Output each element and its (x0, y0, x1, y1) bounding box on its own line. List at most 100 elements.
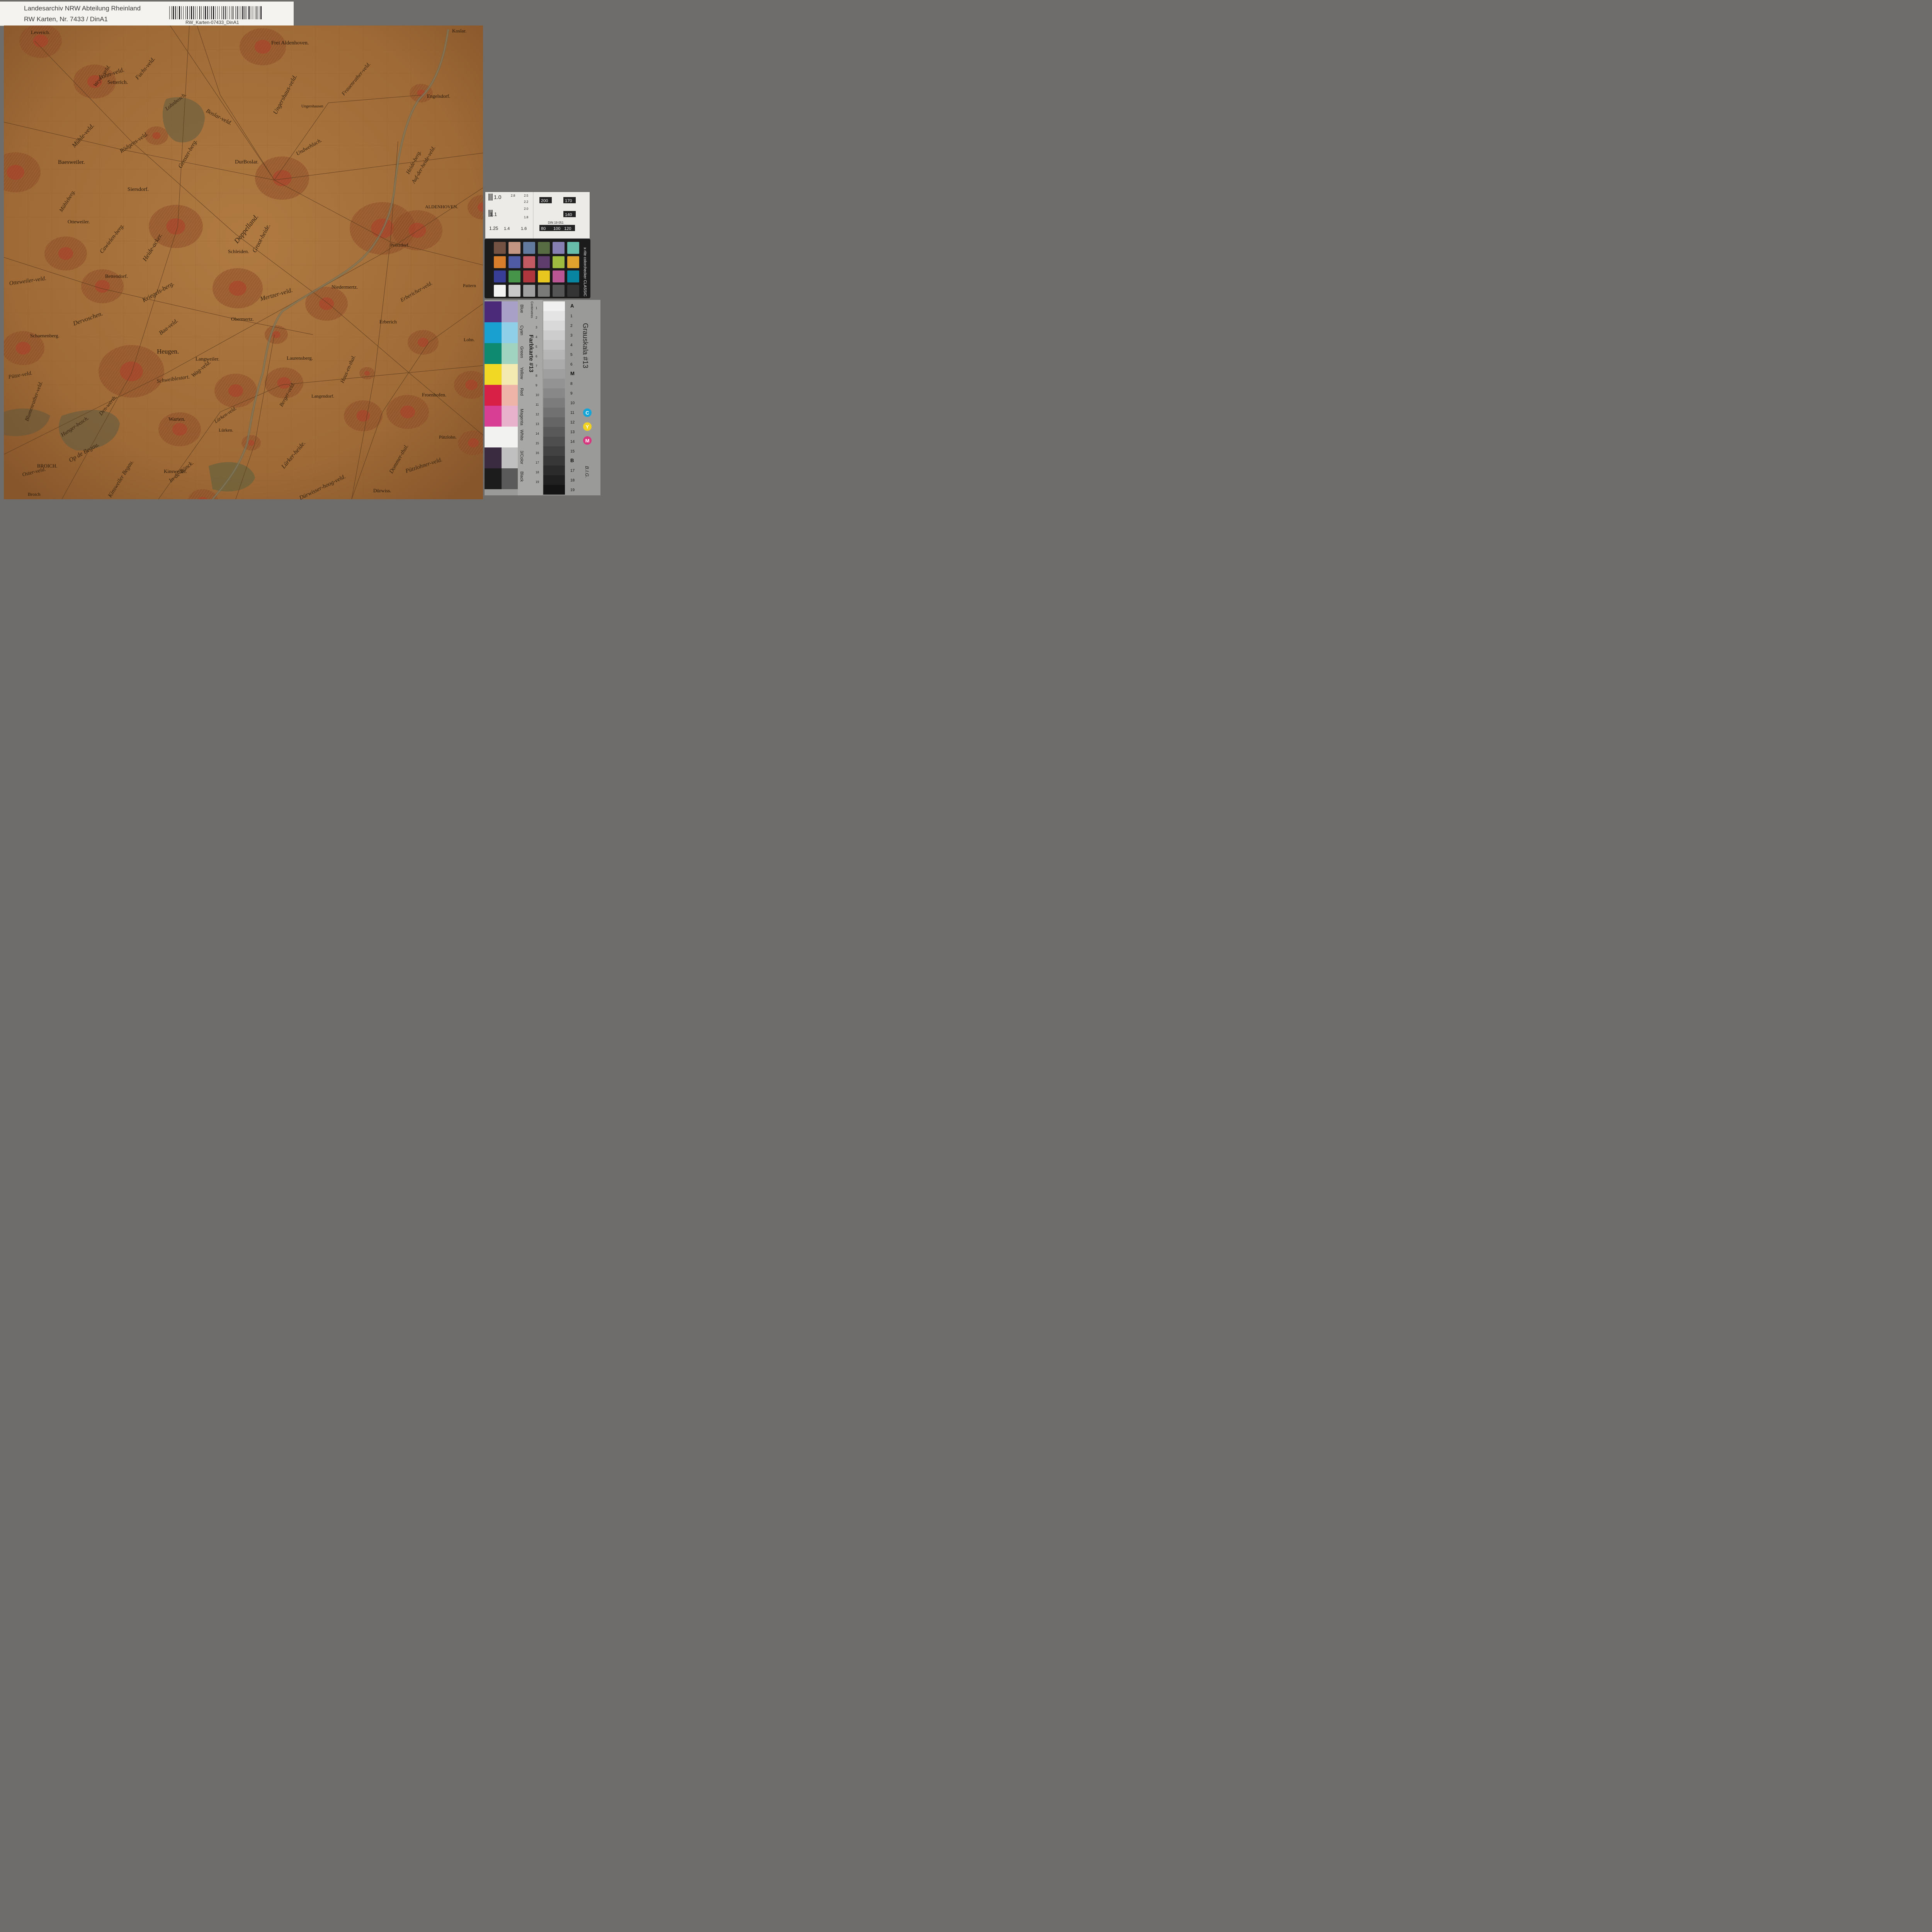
barcode-bar (169, 6, 170, 19)
village-houses (7, 165, 24, 180)
grayscale-step-label: 11 (570, 411, 575, 415)
color-swatch (485, 406, 502, 427)
ruler-label: 17 (536, 461, 539, 464)
colorchecker-swatch (509, 256, 520, 268)
resolution-size-label: 1.0 (494, 194, 502, 200)
ruler-label: 5 (536, 345, 537, 349)
place-label: Laurensberg. (287, 355, 313, 361)
dpi-label: 100 (553, 226, 560, 231)
color-tint-swatch (502, 468, 518, 489)
color-tint-swatch (502, 322, 518, 343)
grayscale-step (543, 446, 565, 456)
colorchecker-brand: x·rite colorchecker CLASSIC (583, 247, 587, 297)
centimetres-label: Centimetres (530, 301, 534, 318)
colorchecker-swatch (523, 242, 535, 254)
barcode-bar (173, 6, 174, 19)
barcode-bar (213, 6, 214, 19)
colorchecker-swatch (538, 270, 550, 282)
village-houses (400, 405, 415, 418)
color-name-label: Yellow (519, 367, 524, 379)
colorchecker-swatch (553, 270, 565, 282)
ruler-label: 2 (536, 316, 537, 320)
grayscale-step (543, 359, 565, 369)
color-swatch (485, 447, 502, 468)
resolution-size-label: 1.25 (489, 226, 498, 231)
place-label: Schaenenberg. (30, 333, 60, 338)
color-tint-swatch (502, 385, 518, 406)
village-houses (272, 331, 281, 338)
barcode-bar (217, 6, 218, 19)
grayscale-step (543, 311, 565, 321)
grayscale-step-label: 3 (570, 333, 573, 338)
ruler-label: 11 (536, 403, 539, 406)
color-name-label: Red (519, 388, 524, 396)
barcode-bar (183, 6, 184, 19)
ruler-label: 3 (536, 326, 537, 329)
colorchecker-swatch (567, 242, 579, 254)
barcode-bar (205, 6, 206, 19)
grayscale-step (543, 369, 565, 379)
colorchecker-card (485, 239, 590, 298)
colorchecker-swatch (567, 256, 579, 268)
place-label: Warten. (168, 417, 185, 422)
grayscale-step-label: M (570, 371, 575, 376)
farbkarte-title: Farbkarte #13 (528, 335, 534, 372)
ruler-label: 15 (536, 442, 539, 445)
place-label: Langendorf. (311, 393, 334, 399)
grayscale-step-label: 18 (570, 478, 575, 483)
dpi-label: 170 (565, 199, 572, 203)
place-label: Ungershausen (301, 104, 323, 109)
din-label: DIN 19 051 (548, 221, 564, 224)
barcode-bar (179, 6, 180, 19)
barcode-bar (187, 6, 188, 19)
resolution-bar (488, 194, 489, 201)
color-tint-swatch (502, 343, 518, 364)
village-houses (408, 223, 426, 238)
grayscale-step (543, 398, 565, 408)
resolution-bar (489, 210, 490, 217)
colorchecker-swatch (553, 242, 565, 254)
ruler-label: 4 (536, 335, 537, 339)
color-swatch (485, 385, 502, 406)
color-name-label: Green (519, 346, 524, 358)
barcode-bar (211, 6, 212, 19)
village-houses (364, 371, 370, 376)
grayscale-step (543, 408, 565, 417)
barcode-bar (175, 6, 176, 19)
place-label: ALDENHOVEN. (425, 204, 458, 209)
place-label: Bettendorf. (105, 273, 128, 279)
place-label: Siersdorf. (128, 187, 149, 192)
ruler-label: 13 (536, 422, 539, 426)
color-swatch (485, 427, 502, 447)
grayscale-step-label: 6 (570, 362, 573, 367)
ruler-label: 1 (536, 306, 537, 310)
colorchecker-swatch (509, 242, 520, 254)
barcode-bar (223, 6, 224, 19)
color-tint-swatch (502, 364, 518, 385)
place-label: Baesweiler. (58, 159, 85, 165)
grayscale-step (543, 427, 565, 437)
color-name-label: Cyan (519, 325, 524, 335)
barcode-bar (229, 6, 230, 19)
color-swatch (485, 301, 502, 322)
village-houses (15, 342, 31, 355)
colorchecker-swatch (494, 270, 506, 282)
grayscale-step-label: 8 (570, 382, 573, 386)
colorchecker-swatch (509, 270, 520, 282)
ruler-label: 14 (536, 432, 539, 435)
big-brand-label: B.I.G. (584, 466, 590, 478)
colorchecker-swatch (523, 285, 535, 297)
archive-label-line-2: RW Karten, Nr. 7433 / DinA1 (24, 15, 108, 23)
colorchecker-swatch (567, 285, 579, 297)
village-houses (58, 247, 73, 260)
colorchecker-swatch (553, 256, 565, 268)
village-houses (465, 379, 478, 390)
village-houses (228, 384, 243, 397)
color-swatch (485, 364, 502, 385)
place-label: Setterich. (107, 80, 128, 85)
color-name-label: Magenta (519, 409, 524, 425)
resolution-bar (488, 210, 489, 217)
barcode-bar (242, 6, 243, 19)
barcode-bar (195, 6, 196, 19)
resolution-bar (489, 194, 490, 201)
